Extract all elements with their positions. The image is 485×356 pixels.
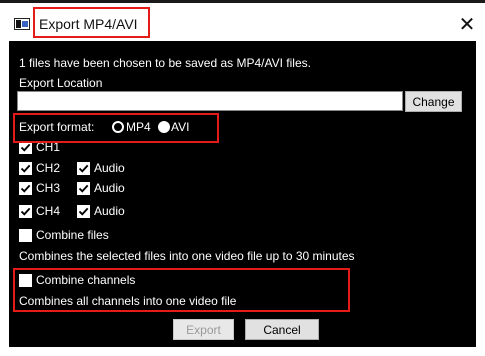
ch1-label: CH1 (36, 140, 61, 154)
combine-files-label: Combine files (36, 228, 109, 242)
combine-files-checkbox[interactable] (19, 229, 32, 242)
export-location-input[interactable] (17, 91, 403, 111)
ch2-checkbox[interactable] (19, 162, 32, 175)
ch3-audio-label: Audio (94, 181, 125, 195)
ch1-checkbox[interactable] (19, 141, 32, 154)
ch4-checkbox[interactable] (19, 205, 32, 218)
ch4-label: CH4 (36, 204, 61, 218)
combine-channels-checkbox[interactable] (19, 274, 32, 287)
avi-radio[interactable] (158, 121, 170, 133)
cancel-button[interactable]: Cancel (245, 319, 319, 340)
export-location-label: Export Location (19, 76, 103, 90)
close-button[interactable]: ✕ (454, 12, 480, 38)
mp4-radio[interactable] (112, 121, 124, 133)
title-bar: Export MP4/AVI ✕ (0, 3, 485, 41)
ch4-audio-checkbox[interactable] (77, 205, 90, 218)
combine-files-description: Combines the selected files into one vid… (19, 249, 355, 263)
avi-label: AVI (171, 120, 190, 134)
ch4-audio-label: Audio (94, 204, 125, 218)
window-title: Export MP4/AVI (39, 16, 138, 32)
export-dialog-body: 1 files have been chosen to be saved as … (9, 41, 476, 347)
ch2-audio-checkbox[interactable] (77, 162, 90, 175)
export-format-label: Export format: (19, 120, 95, 134)
ch3-audio-checkbox[interactable] (77, 182, 90, 195)
combine-channels-description: Combines all channels into one video fil… (19, 294, 237, 308)
ch2-label: CH2 (36, 161, 61, 175)
files-chosen-message: 1 files have been chosen to be saved as … (19, 56, 311, 70)
ch2-audio-label: Audio (94, 161, 125, 175)
change-button[interactable]: Change (405, 91, 462, 112)
ch3-label: CH3 (36, 181, 61, 195)
export-button[interactable]: Export (173, 319, 234, 340)
ch3-checkbox[interactable] (19, 182, 32, 195)
app-icon (14, 18, 30, 30)
combine-channels-label: Combine channels (36, 273, 136, 287)
mp4-label: MP4 (126, 120, 151, 134)
